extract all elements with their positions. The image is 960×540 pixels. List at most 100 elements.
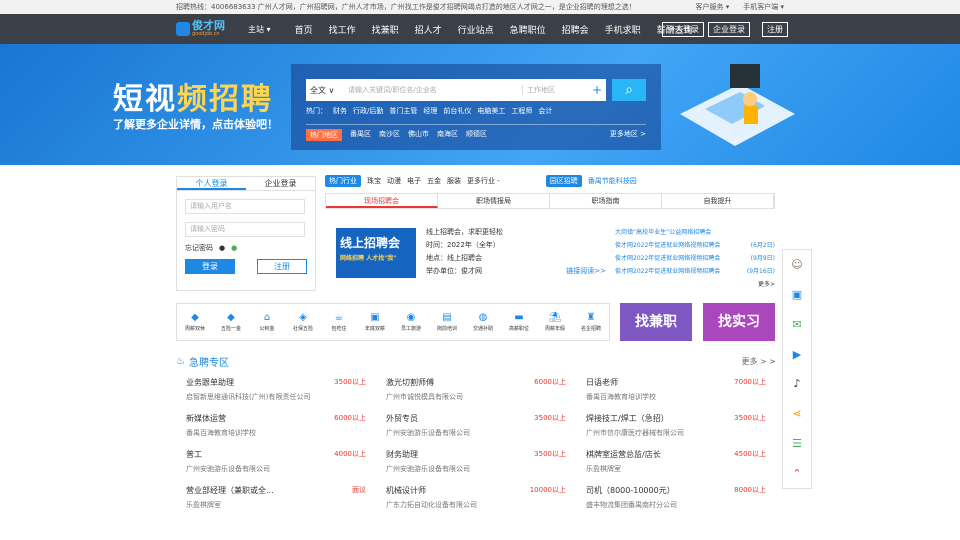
mobile-client-link[interactable]: 手机客户端 ▾ <box>743 2 784 12</box>
city-switcher[interactable]: 主站 ▾ <box>248 24 271 35</box>
fair-list-item[interactable]: 俊才网2022年促进就业网络视频招聘会 (9月9日) <box>615 252 775 265</box>
hot-keyword[interactable]: 电脑美工 <box>477 106 505 116</box>
share-icon[interactable]: ⋖ <box>792 407 801 420</box>
tab-job-fair[interactable]: 现场招聘会 <box>326 194 438 208</box>
job-card[interactable]: 机械设计师 10000以上 广东力拓自动化设备有限公司 <box>376 485 576 521</box>
tab-career-intel[interactable]: 职场情报局 <box>438 194 550 208</box>
fair-list-item[interactable]: 俊才网2022年促进就业网络视频招聘会 (6月2日) <box>615 239 775 252</box>
fair-detail-link[interactable]: 链接阅读>> <box>566 265 606 278</box>
benefit-item[interactable]: ⛱ 周薪年假 <box>540 312 570 332</box>
job-card[interactable]: 财务助理 3500以上 广州安驰游乐设备有限公司 <box>376 449 576 485</box>
customer-service-icon[interactable]: ☺ <box>791 258 802 271</box>
job-card[interactable]: 业务跟单助理 3500以上 启智新思维通讯科技(广州)有限责任公司 <box>176 377 376 413</box>
personal-login-button[interactable]: 个人登录 <box>662 22 704 37</box>
area-link[interactable]: 顺德区 <box>466 129 487 141</box>
job-card[interactable]: 新媒体运营 6000以上 番禺百海教育培训学校 <box>176 413 376 449</box>
job-card[interactable]: 棋牌室运营总监/店长 4500以上 乐盈棋牌室 <box>576 449 776 485</box>
nav-part-time[interactable]: 找兼职 <box>364 23 407 36</box>
more-industry-link[interactable]: 更多行业 - <box>467 176 500 186</box>
area-link[interactable]: 南沙区 <box>379 129 400 141</box>
area-link[interactable]: 南海区 <box>437 129 458 141</box>
login-register-button[interactable]: 注册 <box>257 259 307 274</box>
benefit-item[interactable]: ◉ 员工旅游 <box>396 312 426 332</box>
benefit-item[interactable]: ⌂ 公积金 <box>252 312 282 332</box>
benefit-item[interactable]: ◆ 周薪双休 <box>180 312 210 332</box>
company-login-button[interactable]: 企业登录 <box>708 22 750 37</box>
customer-service-link[interactable]: 客户服务 ▾ <box>696 2 730 12</box>
add-location-icon[interactable]: + <box>592 83 606 97</box>
tab-self-improve[interactable]: 自我提升 <box>662 194 774 208</box>
app-icon[interactable]: ▣ <box>792 288 802 301</box>
park-link[interactable]: 番禺节能科技园 <box>588 176 637 186</box>
part-time-banner[interactable]: 找兼职 <box>620 303 692 341</box>
forgot-password-link[interactable]: 忘记密码 <box>185 243 213 253</box>
benefit-item[interactable]: ☕ 包吃住 <box>324 312 354 332</box>
register-button[interactable]: 注册 <box>762 22 788 37</box>
nav-find-job[interactable]: 找工作 <box>321 23 364 36</box>
job-card[interactable]: 焊接技工/焊工（急招） 3500以上 广州市信尔康医疗器械有限公司 <box>576 413 776 449</box>
nav-job-fair[interactable]: 招聘会 <box>554 23 597 36</box>
industry-link[interactable]: 服装 <box>447 176 461 186</box>
tab-personal-login[interactable]: 个人登录 <box>177 177 246 190</box>
username-input[interactable]: 请输入用户名 <box>185 199 305 214</box>
qq-login-icon[interactable]: ● <box>219 244 225 252</box>
hot-keyword[interactable]: 普门主管 <box>389 106 417 116</box>
douyin-icon[interactable]: ♪ <box>793 377 800 390</box>
nav-home[interactable]: 首页 <box>287 23 321 36</box>
hot-keyword[interactable]: 行政/后勤 <box>353 106 383 116</box>
job-card[interactable]: 营业部经理（兼职或全... 面议 乐盈棋牌室 <box>176 485 376 521</box>
industry-link[interactable]: 电子 <box>407 176 421 186</box>
benefit-item[interactable]: ◆ 五险一金 <box>216 312 246 332</box>
hero-banner[interactable]: 短视频招聘 了解更多企业详情，点击体验吧！ 全文 ∨ 请输入关键词/职位名/企业… <box>0 44 960 165</box>
hot-keyword[interactable]: 财务 <box>333 106 347 116</box>
area-link[interactable]: 番禺区 <box>350 129 371 141</box>
back-to-top-icon[interactable]: ⌃ <box>792 467 801 480</box>
hot-keyword[interactable]: 前台礼仪 <box>443 106 471 116</box>
nav-recruit[interactable]: 招人才 <box>407 23 450 36</box>
benefit-item[interactable]: ◍ 交通补助 <box>468 312 498 332</box>
urgent-more-link[interactable]: 更多 > > <box>742 356 777 367</box>
search-keyword-input[interactable]: 请输入关键词/职位名/企业名 <box>342 85 522 95</box>
job-card[interactable]: 激光切割师傅 6000以上 广州市诚悦模具有限公司 <box>376 377 576 413</box>
login-button[interactable]: 登录 <box>185 259 235 274</box>
search-location-input[interactable]: 工作地区 <box>522 85 592 95</box>
wechat-login-icon[interactable]: ● <box>231 244 237 252</box>
site-logo[interactable]: 俊才网 goodjob.cn <box>176 20 238 37</box>
benefit-item[interactable]: ▣ 年底双薪 <box>360 312 390 332</box>
more-areas-link[interactable]: 更多地区 > <box>610 129 646 141</box>
fair-more-link[interactable]: 更多> <box>615 278 775 291</box>
area-link[interactable]: 佛山市 <box>408 129 429 141</box>
tab-career-guide[interactable]: 职场指南 <box>550 194 662 208</box>
hot-keyword[interactable]: 会计 <box>538 106 552 116</box>
industry-link[interactable]: 珠宝 <box>367 176 381 186</box>
intern-banner[interactable]: 找实习 <box>703 303 775 341</box>
nav-mobile[interactable]: 手机求职 <box>597 23 649 36</box>
fair-list-item[interactable]: 大岗镇“高校毕业生”公益网络招聘会 <box>615 226 775 239</box>
benefit-icon: ♜ <box>586 312 596 323</box>
hot-keyword[interactable]: 经理 <box>423 106 437 116</box>
job-card[interactable]: 日语老师 7000以上 番禺百海教育培训学校 <box>576 377 776 413</box>
search-category-select[interactable]: 全文 ∨ <box>306 85 342 96</box>
benefit-item[interactable]: ▤ 岗前培训 <box>432 312 462 332</box>
wechat-icon[interactable]: ✉ <box>792 318 801 331</box>
video-icon[interactable]: ▶ <box>793 348 801 361</box>
search-button[interactable]: ⌕ <box>612 79 646 101</box>
benefit-item[interactable]: ▬ 高薪职位 <box>504 312 534 332</box>
benefit-item[interactable]: ♜ 名企招聘 <box>576 312 606 332</box>
nav-urgent[interactable]: 急聘职位 <box>502 23 554 36</box>
nav-industry[interactable]: 行业站点 <box>450 23 502 36</box>
industry-link[interactable]: 动漫 <box>387 176 401 186</box>
fair-title[interactable]: 线上招聘会，求职更轻松 <box>426 226 606 239</box>
fair-info: 线上招聘会，求职更轻松 时间：2022年（全年） 地点：线上招聘会 举办单位：俊… <box>426 226 606 278</box>
tab-company-login[interactable]: 企业登录 <box>246 177 315 190</box>
feedback-icon[interactable]: ☰ <box>792 437 802 450</box>
benefit-item[interactable]: ◈ 社保五险 <box>288 312 318 332</box>
online-fair-image[interactable]: 线上招聘会 网络招聘 人才找"我" <box>336 228 416 278</box>
industry-link[interactable]: 五金 <box>427 176 441 186</box>
job-card[interactable]: 司机（8000-10000元） 8000以上 盛丰物流集团番禺南村分公司 <box>576 485 776 521</box>
password-input[interactable]: 请输入密码 <box>185 222 305 237</box>
job-card[interactable]: 普工 4000以上 广州安驰游乐设备有限公司 <box>176 449 376 485</box>
hot-keyword[interactable]: 工程师 <box>511 106 532 116</box>
job-card[interactable]: 外贸专员 3500以上 广州安驰游乐设备有限公司 <box>376 413 576 449</box>
fair-list-item[interactable]: 俊才网2022年促进就业网络视频招聘会 (9月16日) <box>615 265 775 278</box>
